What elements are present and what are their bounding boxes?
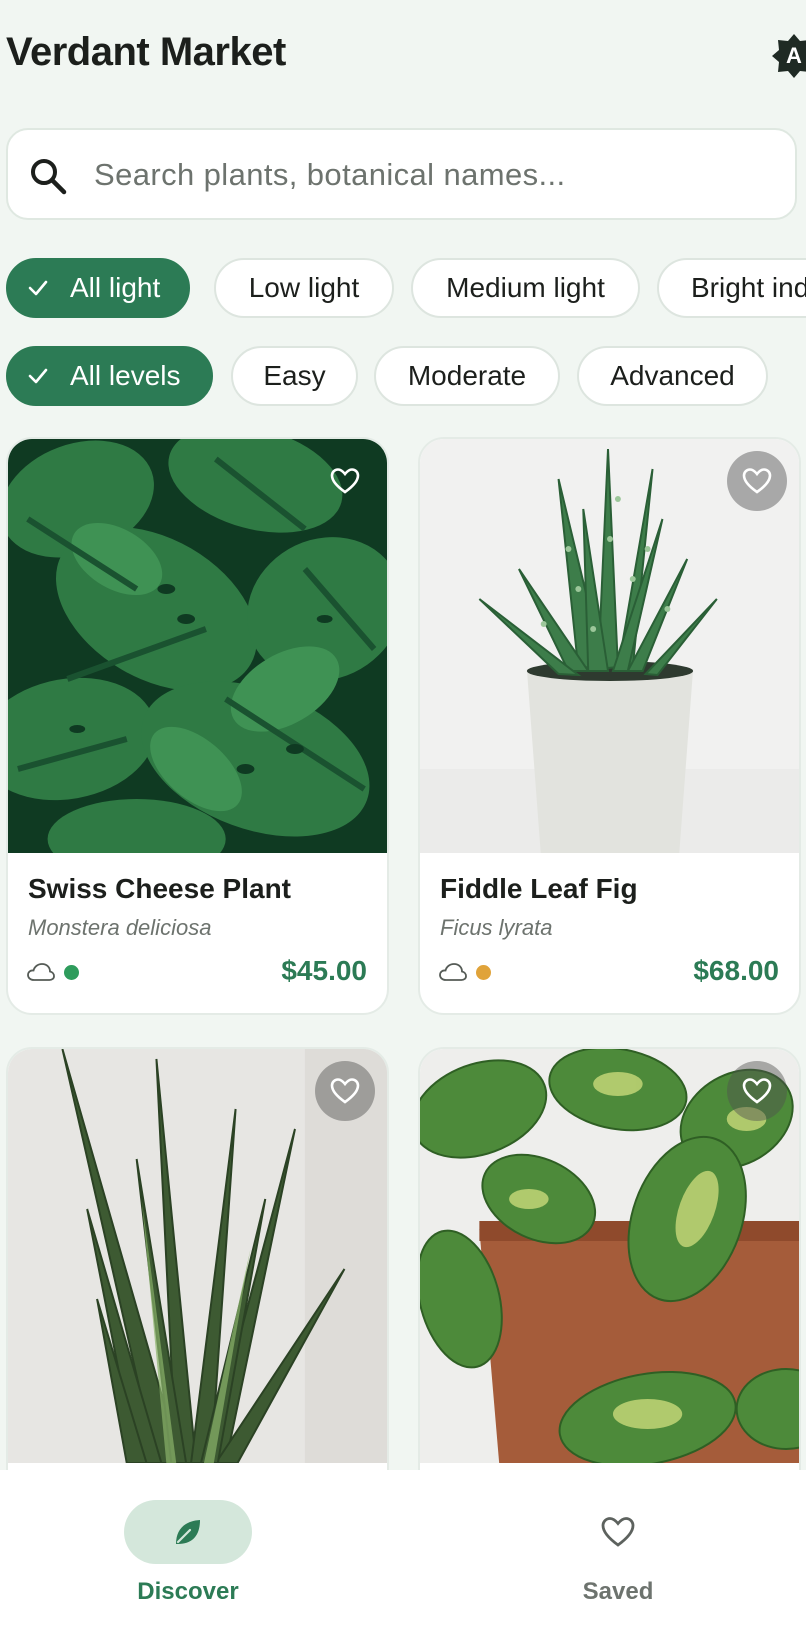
search-bar[interactable] (6, 128, 797, 220)
product-meta (438, 961, 491, 983)
product-price: $45.00 (281, 955, 367, 986)
bottom-navigation: Discover Saved (0, 1470, 806, 1626)
difficulty-dot (476, 964, 491, 980)
app-title: Verdant Market (6, 30, 286, 74)
chip-label: All levels (70, 360, 181, 391)
chip-label: Bright ind (691, 272, 806, 303)
heart-outline-icon (742, 468, 772, 494)
product-info: Swiss Cheese Plant Monstera deliciosa $4… (8, 853, 387, 1013)
difficulty-dot (64, 964, 79, 980)
filter-chip-all-light[interactable]: All light (6, 258, 190, 318)
chip-label: Easy (263, 360, 326, 391)
favorite-button[interactable] (727, 1061, 787, 1121)
filter-chip-moderate[interactable]: Moderate (374, 346, 560, 406)
level-filter-row: All levels Easy Moderate Advanced (0, 346, 806, 408)
nav-label: Discover (137, 1578, 239, 1605)
chip-label: Medium light (446, 272, 605, 303)
heart-outline-icon (330, 1078, 360, 1104)
nav-item-saved[interactable]: Saved (508, 1500, 728, 1610)
product-meta (26, 961, 79, 983)
filter-chip-low-light[interactable]: Low light (214, 258, 394, 318)
nav-active-indicator (124, 1500, 252, 1564)
search-input[interactable] (94, 148, 774, 202)
chip-label: Moderate (407, 360, 527, 391)
badge-label: A (786, 43, 802, 68)
product-latin-name: Ficus lyrata (440, 915, 553, 940)
filter-chip-bright-indirect[interactable]: Bright ind (657, 258, 806, 318)
favorite-button[interactable] (727, 451, 787, 511)
filter-chip-medium-light[interactable]: Medium light (411, 258, 640, 318)
filter-chip-all-levels[interactable]: All levels (6, 346, 213, 406)
light-filter-row: All light Low light Medium light Bright … (0, 258, 806, 320)
filter-chip-easy[interactable]: Easy (231, 346, 358, 406)
check-icon (28, 280, 48, 296)
search-icon (31, 159, 67, 195)
nav-label: Saved (582, 1578, 654, 1605)
product-name: Fiddle Leaf Fig (440, 873, 638, 904)
filter-chip-advanced[interactable]: Advanced (577, 346, 768, 406)
product-price: $68.00 (693, 955, 779, 986)
product-info: Fiddle Leaf Fig Ficus lyrata $68.00 (420, 853, 799, 1013)
favorite-button[interactable] (315, 451, 375, 511)
nav-item-discover[interactable]: Discover (78, 1500, 298, 1610)
nav-icon-container (554, 1500, 682, 1564)
product-latin-name: Monstera deliciosa (28, 915, 212, 940)
product-card[interactable]: Fiddle Leaf Fig Ficus lyrata $68.00 (418, 437, 801, 1015)
cloud-icon (439, 963, 467, 981)
heart-icon (601, 1517, 635, 1547)
leaf-icon (176, 1520, 200, 1544)
check-icon (28, 368, 48, 384)
cloud-icon (27, 963, 55, 981)
product-name: Swiss Cheese Plant (28, 873, 292, 904)
chip-label: Advanced (610, 360, 735, 391)
product-card[interactable]: Swiss Cheese Plant Monstera deliciosa $4… (6, 437, 389, 1015)
chip-label: Low light (248, 272, 360, 303)
heart-outline-icon (330, 468, 360, 494)
chip-label: All light (70, 272, 161, 303)
heart-outline-icon (742, 1078, 772, 1104)
account-badge[interactable]: A (770, 32, 806, 80)
favorite-button[interactable] (315, 1061, 375, 1121)
